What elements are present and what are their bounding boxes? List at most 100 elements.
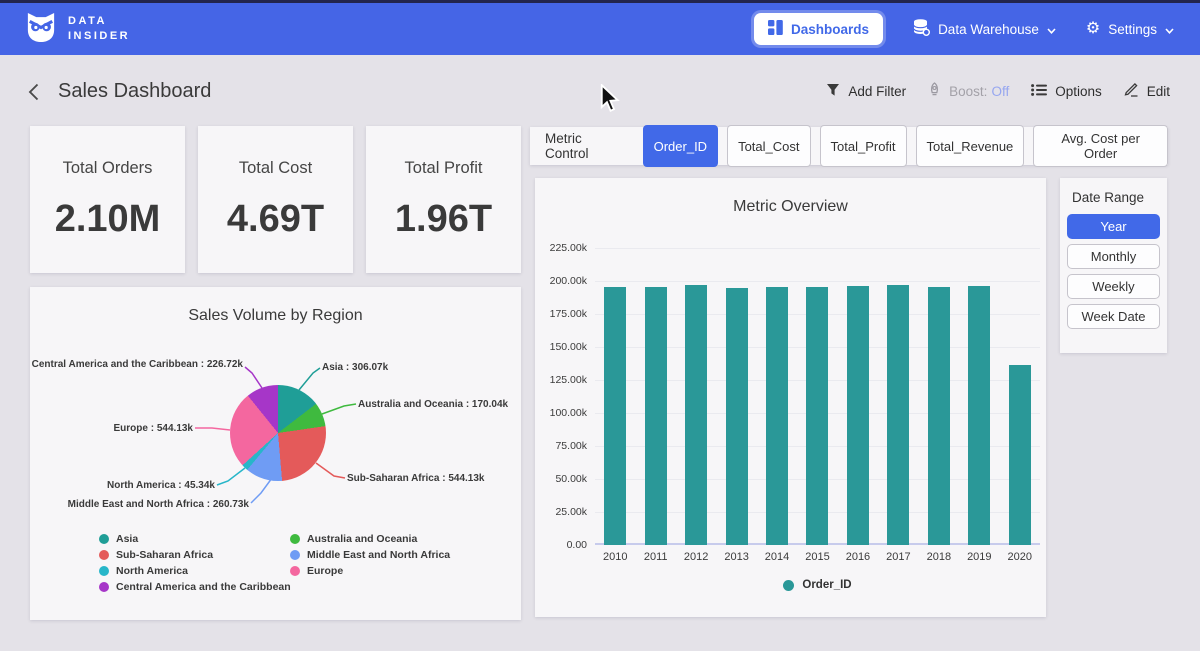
pie-connector	[245, 367, 262, 388]
legend-label: Europe	[307, 565, 343, 577]
legend-label: Central America and the Caribbean	[116, 581, 291, 593]
metric-option-total-revenue[interactable]: Total_Revenue	[916, 125, 1025, 167]
metric-option-total-profit[interactable]: Total_Profit	[820, 125, 907, 167]
pie-connector	[217, 468, 245, 485]
bar-2018[interactable]	[928, 287, 950, 545]
x-axis: 2010201120122013201420152016201720182019…	[595, 551, 1040, 563]
bar-2020[interactable]	[1009, 365, 1031, 545]
pie-chart-panel: Sales Volume by Region Asia : 306.07kAus…	[30, 287, 521, 620]
bar-2017[interactable]	[887, 285, 909, 545]
y-axis-tick: 75.00k	[535, 440, 587, 452]
metric-option-avg-cost-per-order[interactable]: Avg. Cost per Order	[1033, 125, 1168, 167]
bar-chart-legend: Order_ID	[595, 579, 1040, 591]
pie-label-north-america: North America : 45.34k	[107, 480, 215, 491]
x-axis-label: 2018	[919, 551, 959, 563]
pie-connector	[299, 368, 320, 390]
dashboards-button[interactable]: Dashboards	[754, 13, 883, 45]
y-axis-tick: 0.00	[535, 539, 587, 551]
bar-chart-panel: Metric Overview 0.0025.00k50.00k75.00k10…	[535, 178, 1046, 617]
pie-legend-item-north-america: North America	[99, 563, 291, 579]
x-axis-label: 2010	[595, 551, 635, 563]
edit-label: Edit	[1147, 84, 1170, 99]
options-button[interactable]: Options	[1031, 84, 1102, 99]
boost-label: Boost:	[949, 84, 987, 99]
legend-dot	[99, 566, 109, 576]
bar-2013[interactable]	[726, 288, 748, 546]
x-axis-label: 2011	[635, 551, 675, 563]
dashboards-grid-icon	[768, 20, 783, 38]
date-option-year[interactable]: Year	[1067, 214, 1160, 239]
bar-chart-title: Metric Overview	[535, 198, 1046, 216]
kpi-label: Total Profit	[405, 159, 483, 178]
back-button[interactable]	[28, 83, 39, 106]
pie-connector	[251, 478, 272, 503]
boost-toggle[interactable]: Boost: Off	[928, 82, 1009, 100]
kpi-card-total-orders: Total Orders 2.10M	[30, 126, 185, 273]
bar-2019[interactable]	[968, 286, 990, 545]
bar-2012[interactable]	[685, 285, 707, 545]
x-axis-label: 2016	[838, 551, 878, 563]
kpi-value: 4.69T	[227, 198, 324, 241]
bar-2015[interactable]	[806, 287, 828, 545]
chevron-left-icon	[28, 88, 39, 105]
y-axis-tick: 25.00k	[535, 506, 587, 518]
metric-option-total-cost[interactable]: Total_Cost	[727, 125, 810, 167]
date-option-weekly[interactable]: Weekly	[1067, 274, 1160, 299]
metric-control-panel: Metric Control Order_IDTotal_CostTotal_P…	[530, 127, 1168, 165]
x-axis-label: 2015	[797, 551, 837, 563]
pie-legend-item-central-america-and-the-caribbean: Central America and the Caribbean	[99, 579, 291, 595]
chevron-down-icon	[1047, 22, 1056, 37]
x-axis-label: 2019	[959, 551, 999, 563]
pie-legend-item-australia-and-oceania: Australia and Oceania	[290, 531, 450, 547]
gear-icon: ⚙	[1086, 21, 1100, 37]
brand[interactable]: DATA INSIDER	[26, 11, 130, 48]
kpi-label: Total Orders	[63, 159, 153, 178]
legend-label: North America	[116, 565, 188, 577]
settings-menu[interactable]: ⚙ Settings	[1086, 21, 1174, 37]
sales-dashboard-page: DATA INSIDER Dashboards	[0, 0, 1200, 651]
pie-legend-item-asia: Asia	[99, 531, 291, 547]
pie-connector	[316, 463, 345, 478]
top-navbar: DATA INSIDER Dashboards	[0, 0, 1200, 55]
kpi-value: 2.10M	[55, 198, 161, 241]
legend-dot	[290, 566, 300, 576]
date-range-options: Year Monthly Weekly Week Date	[1067, 214, 1160, 329]
brand-name: DATA INSIDER	[68, 14, 130, 44]
bar-2014[interactable]	[766, 287, 788, 545]
metric-option-order-id[interactable]: Order_ID	[643, 125, 718, 167]
database-icon	[913, 19, 930, 39]
add-filter-button[interactable]: Add Filter	[826, 83, 906, 100]
pie-chart[interactable]	[230, 385, 326, 481]
pie-legend-item-middle-east-and-north-africa: Middle East and North Africa	[290, 547, 450, 563]
pie-legend-item-europe: Europe	[290, 563, 450, 579]
x-axis-label: 2017	[878, 551, 918, 563]
date-option-monthly[interactable]: Monthly	[1067, 244, 1160, 269]
edit-button[interactable]: Edit	[1124, 82, 1170, 100]
y-axis-tick: 225.00k	[535, 242, 587, 254]
legend-label: Asia	[116, 533, 138, 545]
legend-dot	[99, 550, 109, 560]
pie-label-europe: Europe : 544.13k	[114, 423, 193, 434]
bar-2010[interactable]	[604, 287, 626, 545]
filter-funnel-icon	[826, 83, 840, 100]
y-axis-tick: 150.00k	[535, 341, 587, 353]
data-warehouse-menu[interactable]: Data Warehouse	[913, 19, 1056, 39]
y-axis-tick: 175.00k	[535, 308, 587, 320]
pie-connector	[322, 404, 356, 414]
kpi-value: 1.96T	[395, 198, 492, 241]
legend-dot	[290, 534, 300, 544]
x-axis-label: 2014	[757, 551, 797, 563]
bar-2011[interactable]	[645, 287, 667, 545]
legend-label: Sub-Saharan Africa	[116, 549, 213, 561]
boost-state: Off	[991, 84, 1009, 99]
chevron-down-icon	[1165, 22, 1174, 37]
kpi-label: Total Cost	[239, 159, 312, 178]
metric-control-label: Metric Control	[545, 131, 629, 161]
date-range-panel: Date Range YearMonthlyWeeklyWeek Date	[1060, 178, 1167, 353]
kpi-card-total-profit: Total Profit 1.96T	[366, 126, 521, 273]
page-title: Sales Dashboard	[58, 80, 211, 103]
y-axis-tick: 200.00k	[535, 275, 587, 287]
bar-2016[interactable]	[847, 286, 869, 545]
date-option-week-date[interactable]: Week Date	[1067, 304, 1160, 329]
legend-dot	[290, 550, 300, 560]
